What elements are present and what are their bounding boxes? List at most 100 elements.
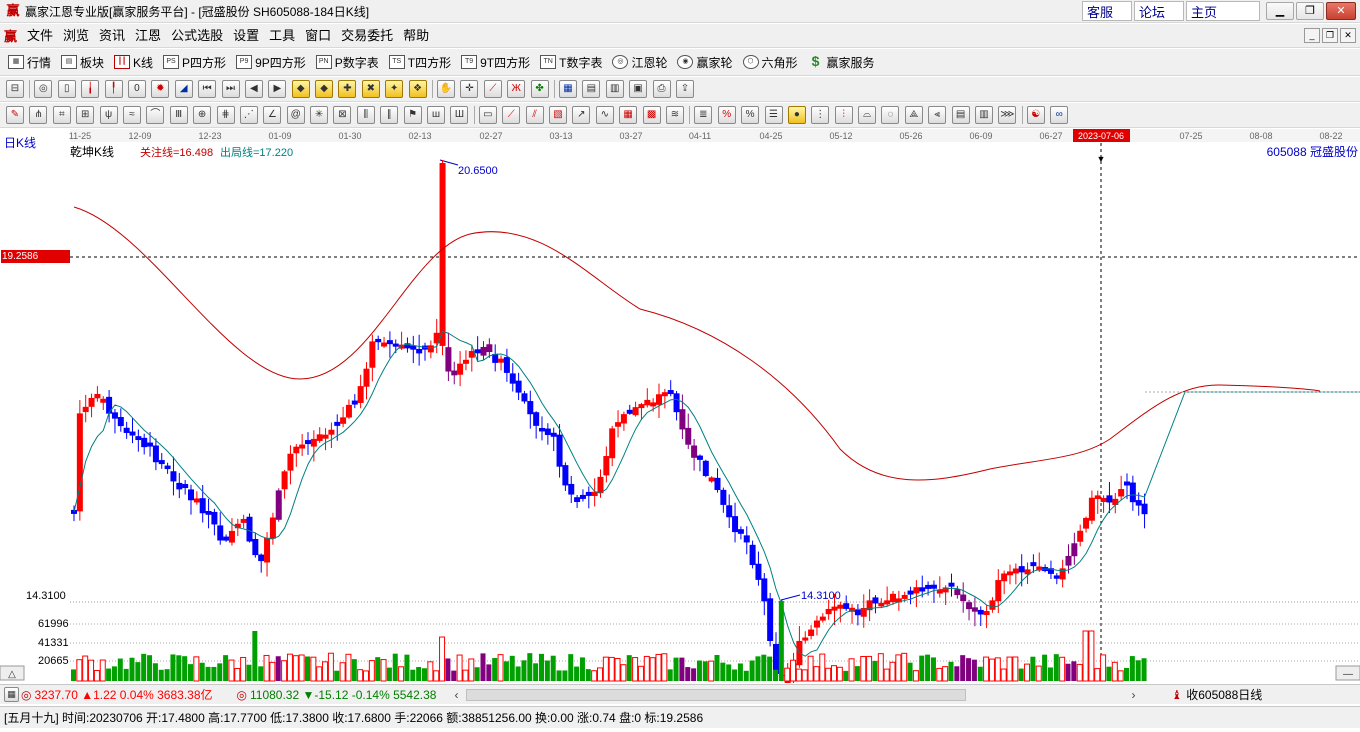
toolbar-9p-square[interactable]: P9 9P四方形 <box>236 54 306 71</box>
scroll-right-icon[interactable]: ▶ <box>268 80 287 98</box>
toolbar-gann-wheel[interactable]: ◎ 江恩轮 <box>612 54 667 71</box>
stripe-icon[interactable]: ≋ <box>665 106 684 124</box>
star-icon[interactable]: ✳ <box>310 106 329 124</box>
gear-chart-icon[interactable]: ✹ <box>151 80 170 98</box>
menu-window[interactable]: 窗口 <box>300 26 336 46</box>
bars-icon[interactable]: Ⅲ <box>169 106 188 124</box>
toolbar-board[interactable]: ▤ 板块 <box>61 54 104 71</box>
toolbar-hexagon[interactable]: ⬡ 六角形 <box>742 54 798 71</box>
sheet-icon[interactable]: ▤ <box>582 80 601 98</box>
toolbar-quotes[interactable]: ▦ 行情 <box>8 54 51 71</box>
mdi-close-button[interactable]: ✕ <box>1340 28 1356 43</box>
print-icon[interactable]: ⎙ <box>652 80 671 98</box>
menu-settings[interactable]: 设置 <box>228 26 264 46</box>
maximize-button[interactable]: ❐ <box>1296 2 1324 20</box>
first-page-icon[interactable]: ⏮ <box>198 80 217 98</box>
line-tool-icon[interactable]: ⟋ <box>483 80 502 98</box>
percent-icon[interactable]: % <box>741 106 760 124</box>
kline-chart[interactable]: 11-25 12-09 12-23 01-09 01-30 02-13 02-27 03-13… <box>0 129 1360 683</box>
toolbar-9t-square[interactable]: T9 9T四方形 <box>461 54 530 71</box>
toolbar-p-square[interactable]: PS P四方形 <box>163 54 226 71</box>
menu-browse[interactable]: 浏览 <box>58 26 94 46</box>
scroll-right-arrow[interactable]: › <box>1131 688 1135 702</box>
minimize-button[interactable]: ▁ <box>1266 2 1294 20</box>
toolbar-kline[interactable]: ┃┃ K线 <box>114 54 153 71</box>
table-grid-icon[interactable]: ▦ <box>619 106 638 124</box>
diamond-zoom-out-icon[interactable]: ✖ <box>361 80 380 98</box>
fork2-icon[interactable]: Ш <box>450 106 469 124</box>
scroll-left-arrow[interactable]: ‹ <box>454 688 458 702</box>
speed-line-icon[interactable]: ⋰ <box>239 106 258 124</box>
close-button[interactable]: ✕ <box>1326 2 1356 20</box>
parallel-icon[interactable]: ⫽ <box>525 106 544 124</box>
mdi-minimize-button[interactable]: _ <box>1304 28 1320 43</box>
last-page-icon[interactable]: ⏭ <box>221 80 240 98</box>
chart-small-icon[interactable]: ╽ <box>81 80 100 98</box>
ticker-scrollbar[interactable] <box>466 688 967 701</box>
ray-icon[interactable]: ↗ <box>572 106 591 124</box>
menu-file[interactable]: 文件 <box>22 26 58 46</box>
fib-spiral-icon[interactable]: ⟁ <box>904 106 923 124</box>
diamond-right-icon[interactable]: ◆ <box>315 80 334 98</box>
menu-tools[interactable]: 工具 <box>264 26 300 46</box>
polyline-icon[interactable]: ∿ <box>595 106 614 124</box>
menu-gann[interactable]: 江恩 <box>130 26 166 46</box>
fork-icon[interactable]: ψ <box>99 106 118 124</box>
menu-trade[interactable]: 交易委托 <box>336 26 398 46</box>
flag-icon[interactable]: ⚑ <box>403 106 422 124</box>
taiji-icon[interactable]: ☯ <box>1026 106 1045 124</box>
arc-icon[interactable]: ⌒ <box>146 106 165 124</box>
menu-info[interactable]: 资讯 <box>94 26 130 46</box>
channel-icon[interactable]: ∥ <box>380 106 399 124</box>
fib-table-icon[interactable]: ▩ <box>642 106 661 124</box>
toolbar-winner-wheel[interactable]: ◉ 赢家轮 <box>677 54 733 71</box>
chart-bars-icon[interactable]: ╿ <box>104 80 123 98</box>
arrow-chart-icon[interactable]: ◢ <box>174 80 193 98</box>
target-icon[interactable]: ◎ <box>34 80 53 98</box>
infinity-icon[interactable]: ∞ <box>1050 106 1069 124</box>
fib-circle-icon[interactable]: ◌ <box>881 106 900 124</box>
fib-grid-icon[interactable]: ▤ <box>951 106 970 124</box>
gann-box-icon[interactable]: ⊞ <box>76 106 95 124</box>
fib-box-icon[interactable]: ▥ <box>975 106 994 124</box>
forum-link[interactable]: 论坛 <box>1134 1 1184 21</box>
diamond-fit-icon[interactable]: ❖ <box>408 80 427 98</box>
report-icon[interactable]: ▥ <box>605 80 624 98</box>
fib-channel-icon[interactable]: ⋙ <box>998 106 1017 124</box>
rect-tool-icon[interactable]: ▭ <box>478 106 497 124</box>
gann-grid-icon[interactable]: ⌗ <box>52 106 71 124</box>
toolbar-winner-service[interactable]: $ 赢家服务 <box>808 54 875 71</box>
layout-dropdown-icon[interactable]: ⊟ <box>6 80 24 98</box>
kline-chart-panel[interactable]: 11-25 12-09 12-23 01-09 01-30 02-13 02-27 03-13… <box>0 129 1360 683</box>
calendar-icon[interactable]: ▦ <box>558 80 577 98</box>
square-cross-icon[interactable]: ⊠ <box>333 106 352 124</box>
hatch-icon[interactable]: ▧ <box>548 106 567 124</box>
diamond-center-icon[interactable]: ✦ <box>385 80 404 98</box>
scroll-left-icon[interactable]: ◀ <box>244 80 263 98</box>
diamond-left-icon[interactable]: ◆ <box>291 80 310 98</box>
home-link[interactable]: 主页 <box>1186 1 1260 21</box>
grid-icon[interactable]: ▦ <box>4 687 19 702</box>
export-icon[interactable]: ⇪ <box>675 80 694 98</box>
toolbar-t-square[interactable]: TS T四方形 <box>388 54 451 71</box>
comb-icon[interactable]: ш <box>427 106 446 124</box>
diamond-zoom-in-icon[interactable]: ✚ <box>338 80 357 98</box>
fib-arc-icon[interactable]: ⌓ <box>858 106 877 124</box>
circle-grid-icon[interactable]: ⊕ <box>193 106 212 124</box>
fib-ext-icon[interactable]: ⋮ <box>811 106 830 124</box>
menu-formula[interactable]: 公式选股 <box>166 26 228 46</box>
hand-icon[interactable]: ✋ <box>437 80 456 98</box>
ladder-icon[interactable]: ⋕ <box>216 106 235 124</box>
pen-dropdown-icon[interactable]: ✎ <box>6 106 24 124</box>
fib-levels-icon[interactable]: ☰ <box>764 106 783 124</box>
fib-time-icon[interactable]: ⫶ <box>834 106 853 124</box>
trend-line-icon[interactable]: ⟋ <box>502 106 521 124</box>
coin-icon[interactable]: ● <box>787 106 806 124</box>
spiral-icon[interactable]: @ <box>286 106 305 124</box>
customer-service-link[interactable]: 客服 <box>1082 1 1132 21</box>
fib-fan-icon[interactable]: % <box>717 106 736 124</box>
fib-wedge-icon[interactable]: ⫷ <box>928 106 947 124</box>
pattern-icon[interactable]: Ж <box>507 80 526 98</box>
wave-icon[interactable]: ≈ <box>122 106 141 124</box>
mdi-restore-button[interactable]: ❐ <box>1322 28 1338 43</box>
